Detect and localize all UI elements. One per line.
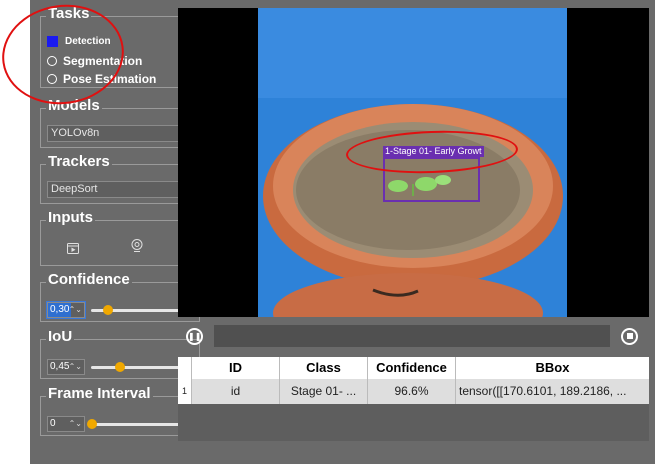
tracker-select-value: DeepSort bbox=[51, 183, 98, 195]
model-select[interactable]: YOLOv8n ▼ bbox=[47, 125, 193, 142]
table-cell-id[interactable]: id bbox=[192, 379, 280, 404]
task-detection-label: Detection bbox=[65, 36, 111, 47]
tasks-group: Tasks Detection Segmentation Pose Estima… bbox=[40, 5, 200, 88]
frame-interval-value: 0 bbox=[50, 418, 56, 429]
confidence-title: Confidence bbox=[46, 271, 132, 289]
frame-interval-group: Frame Interval 0 ⌃⌄ bbox=[40, 385, 200, 436]
detection-label: 1-Stage 01- Early Growt bbox=[383, 146, 484, 157]
inputs-title: Inputs bbox=[46, 209, 95, 227]
detection-bbox bbox=[383, 157, 480, 202]
webcam-icon[interactable] bbox=[131, 239, 143, 252]
task-segmentation-option[interactable]: Segmentation bbox=[47, 54, 142, 68]
confidence-group: Confidence 0,30 ⌃⌄ bbox=[40, 271, 200, 322]
radio-checked-icon bbox=[47, 36, 58, 47]
table-cell-confidence[interactable]: 96.6% bbox=[368, 379, 456, 404]
task-segmentation-label: Segmentation bbox=[63, 54, 143, 68]
radio-unchecked-icon bbox=[47, 74, 57, 84]
column-header-class[interactable]: Class bbox=[280, 357, 368, 379]
task-pose-label: Pose Estimation bbox=[63, 72, 157, 86]
pause-button[interactable]: ❚❚ bbox=[186, 328, 203, 345]
frame-interval-spinbox[interactable]: 0 ⌃⌄ bbox=[47, 416, 85, 432]
results-table: ID Class Confidence BBox 1 id Stage 01- … bbox=[178, 357, 649, 441]
column-header-confidence[interactable]: Confidence bbox=[368, 357, 456, 379]
app-window: Tasks Detection Segmentation Pose Estima… bbox=[30, 0, 655, 464]
table-cell-bbox[interactable]: tensor([[170.6101, 189.2186, ... bbox=[456, 379, 649, 404]
stop-icon bbox=[626, 333, 633, 339]
iou-group: IoU 0,45 ⌃⌄ bbox=[40, 328, 200, 379]
video-progress-bar[interactable] bbox=[214, 325, 610, 347]
video-display: 1-Stage 01- Early Growt bbox=[178, 8, 649, 317]
table-corner bbox=[178, 357, 192, 379]
row-index[interactable]: 1 bbox=[178, 379, 192, 404]
models-group: Models YOLOv8n ▼ bbox=[40, 97, 200, 148]
pause-icon: ❚❚ bbox=[188, 332, 202, 341]
tracker-select[interactable]: DeepSort ▼ bbox=[47, 181, 193, 198]
radio-unchecked-icon bbox=[47, 56, 57, 66]
trackers-title: Trackers bbox=[46, 153, 112, 171]
iou-title: IoU bbox=[46, 328, 75, 346]
frame-interval-slider-handle[interactable] bbox=[87, 419, 97, 429]
models-title: Models bbox=[46, 97, 102, 115]
frame-interval-slider[interactable] bbox=[91, 423, 191, 426]
iou-slider[interactable] bbox=[91, 366, 191, 369]
detection-label-text: 1-Stage 01- Early Growt bbox=[385, 146, 482, 156]
task-pose-option[interactable]: Pose Estimation bbox=[47, 72, 156, 86]
video-frame-image: 1-Stage 01- Early Growt bbox=[258, 8, 567, 317]
inputs-group: Inputs bbox=[40, 209, 200, 266]
confidence-spinbox[interactable]: 0,30 ⌃⌄ bbox=[46, 301, 86, 319]
iou-slider-handle[interactable] bbox=[115, 362, 125, 372]
video-file-icon[interactable] bbox=[67, 241, 79, 254]
table-cell-class[interactable]: Stage 01- ... bbox=[280, 379, 368, 404]
column-header-id[interactable]: ID bbox=[192, 357, 280, 379]
iou-spinbox[interactable]: 0,45 ⌃⌄ bbox=[47, 359, 85, 375]
tasks-title: Tasks bbox=[46, 5, 92, 23]
model-select-value: YOLOv8n bbox=[51, 127, 100, 139]
spin-arrows-icon[interactable]: ⌃⌄ bbox=[69, 360, 82, 374]
column-header-bbox[interactable]: BBox bbox=[456, 357, 649, 379]
spin-arrows-icon[interactable]: ⌃⌄ bbox=[69, 417, 82, 431]
spin-arrows-icon[interactable]: ⌃⌄ bbox=[69, 303, 82, 317]
task-detection-option[interactable]: Detection bbox=[47, 36, 111, 47]
frame-interval-title: Frame Interval bbox=[46, 385, 153, 403]
stop-button[interactable] bbox=[621, 328, 638, 345]
trackers-group: Trackers DeepSort ▼ bbox=[40, 153, 200, 204]
confidence-slider-handle[interactable] bbox=[103, 305, 113, 315]
